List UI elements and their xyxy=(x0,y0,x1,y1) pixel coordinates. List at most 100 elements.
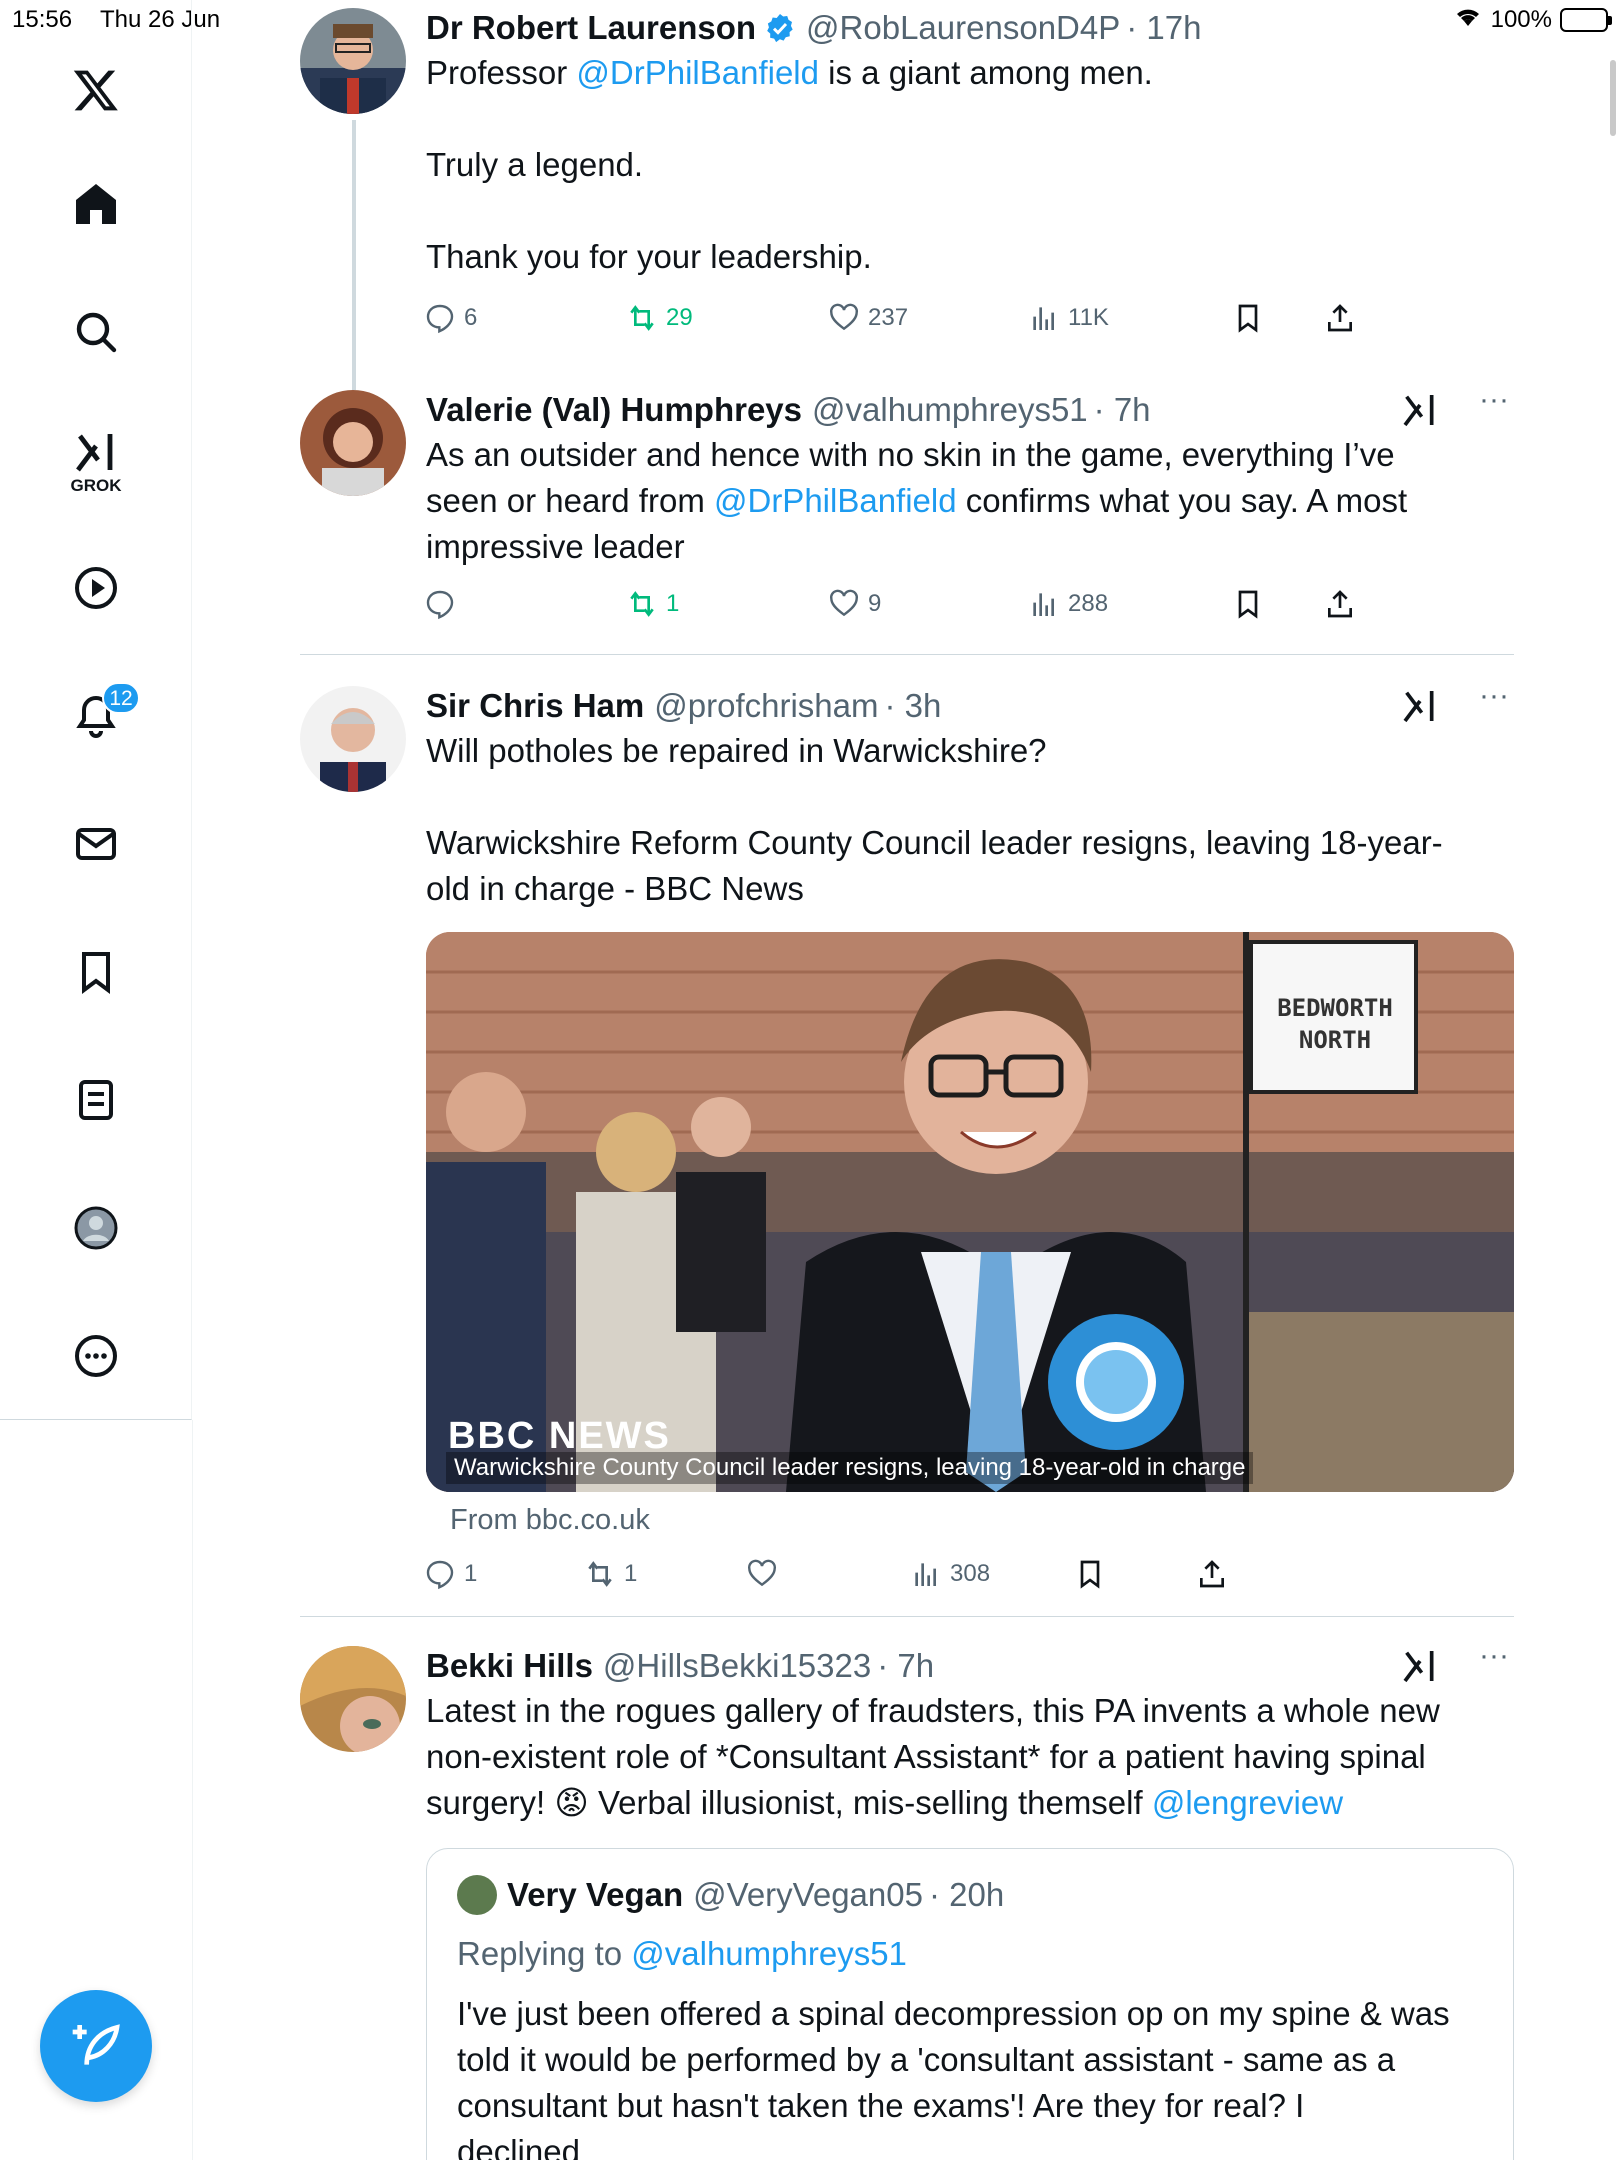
mention-link[interactable]: @DrPhilBanfield xyxy=(714,482,957,519)
grok-icon[interactable] xyxy=(64,420,128,484)
reply-button[interactable] xyxy=(424,588,464,620)
heart-icon xyxy=(748,1559,776,1587)
post-time[interactable]: · 7h xyxy=(1094,390,1151,430)
grok-icon[interactable] xyxy=(1400,1646,1440,1686)
author-name[interactable]: Dr Robert Laurenson xyxy=(426,8,756,48)
bookmark-button[interactable] xyxy=(1232,588,1264,620)
bookmark-icon[interactable] xyxy=(64,940,128,1004)
repost-icon xyxy=(630,305,654,331)
views-count: 308 xyxy=(950,1560,991,1587)
like-button[interactable] xyxy=(746,1558,786,1590)
author-handle[interactable]: @profchrisham xyxy=(654,686,878,726)
x-logo-icon[interactable] xyxy=(64,58,128,122)
like-button[interactable]: 9 xyxy=(828,588,881,620)
post-actions: 1 9 288 xyxy=(424,588,1424,628)
text-span: seen or heard from xyxy=(426,482,714,519)
text-line: Warwickshire Reform County Council leade… xyxy=(426,824,1443,861)
bookmark-button[interactable] xyxy=(1074,1558,1106,1590)
repost-count: 29 xyxy=(666,304,693,331)
quoted-avatar[interactable] xyxy=(457,1875,497,1915)
quoted-author-handle[interactable]: @VeryVegan05 xyxy=(693,1876,923,1914)
text-line: As an outsider and hence with no skin in… xyxy=(426,436,1395,473)
bookmark-icon xyxy=(1238,590,1258,619)
text-line: Will potholes be repaired in Warwickshir… xyxy=(426,732,1047,769)
mention-link[interactable]: @valhumphreys51 xyxy=(631,1935,907,1972)
reply-icon xyxy=(426,304,454,334)
share-button[interactable] xyxy=(1324,588,1356,620)
share-icon xyxy=(1200,1560,1224,1588)
mention-link[interactable]: @lengreview xyxy=(1152,1784,1343,1821)
grok-icon[interactable] xyxy=(1400,686,1440,726)
avatar[interactable] xyxy=(300,686,406,792)
post-actions: 6 29 237 11K xyxy=(424,302,1424,342)
play-icon[interactable] xyxy=(64,556,128,620)
share-button[interactable] xyxy=(1196,1558,1228,1590)
reply-button[interactable]: 1 xyxy=(424,1558,477,1590)
reply-count: 1 xyxy=(464,1560,478,1587)
views-count: 288 xyxy=(1068,590,1109,617)
post-time[interactable]: · 7h xyxy=(877,1646,934,1686)
author-name[interactable]: Valerie (Val) Humphreys xyxy=(426,390,802,430)
reply-button[interactable]: 6 xyxy=(424,302,477,334)
share-button[interactable] xyxy=(1324,302,1356,334)
quoted-author-name[interactable]: Very Vegan xyxy=(507,1876,683,1914)
like-button[interactable]: 237 xyxy=(828,302,908,334)
more-options-icon[interactable]: ··· xyxy=(1474,385,1514,430)
reply-icon xyxy=(426,590,454,620)
grok-label: GROK xyxy=(70,476,122,495)
post-time[interactable]: · 17h xyxy=(1126,8,1201,48)
post-time[interactable]: · 3h xyxy=(884,686,941,726)
views-button[interactable]: 288 xyxy=(1028,588,1108,620)
avatar[interactable] xyxy=(300,1646,406,1752)
text-line: Latest in the rogues gallery of fraudste… xyxy=(426,1692,1440,1729)
thread-line xyxy=(352,120,356,390)
home-icon[interactable] xyxy=(64,172,128,236)
post-text: Will potholes be repaired in Warwickshir… xyxy=(426,728,1514,912)
post-text: Latest in the rogues gallery of fraudste… xyxy=(426,1688,1514,1826)
text-span: Replying to xyxy=(457,1935,632,1972)
verified-badge-icon xyxy=(767,14,793,43)
grok-icon[interactable] xyxy=(1400,390,1440,430)
author-handle[interactable]: @HillsBekki15323 xyxy=(603,1646,871,1686)
more-options-icon[interactable]: ··· xyxy=(1474,681,1514,726)
compose-button[interactable] xyxy=(40,1990,152,2102)
sign-text: BEDWORTH xyxy=(1277,994,1393,1022)
angry-emoji: 😡 xyxy=(554,1784,589,1821)
mail-icon[interactable] xyxy=(64,812,128,876)
text-line: declined xyxy=(457,2133,580,2160)
mention-link[interactable]: @DrPhilBanfield xyxy=(576,54,819,91)
avatar[interactable] xyxy=(300,390,406,496)
list-icon[interactable] xyxy=(64,1068,128,1132)
profile-icon[interactable] xyxy=(64,1196,128,1260)
repost-count: 1 xyxy=(666,590,680,617)
avatar[interactable] xyxy=(300,8,406,114)
repost-button[interactable]: 1 xyxy=(584,1558,637,1590)
more-icon[interactable] xyxy=(64,1324,128,1388)
share-icon xyxy=(1328,304,1352,332)
author-name[interactable]: Sir Chris Ham xyxy=(426,686,644,726)
link-source[interactable]: From bbc.co.uk xyxy=(450,1504,650,1537)
text-line: Truly a legend. xyxy=(426,146,644,183)
author-handle[interactable]: @valhumphreys51 xyxy=(812,390,1088,430)
post-actions: 1 1 308 xyxy=(424,1558,1424,1598)
text-line: Thank you for your leadership. xyxy=(426,238,872,275)
link-card-image[interactable]: BEDWORTH NORTH BBC NEWS Warwickshire Cou… xyxy=(426,932,1514,1492)
repost-button[interactable]: 29 xyxy=(626,302,693,334)
repost-button[interactable]: 1 xyxy=(626,588,679,620)
heart-icon xyxy=(830,589,858,617)
repost-icon xyxy=(630,591,654,617)
views-button[interactable]: 308 xyxy=(910,1558,990,1590)
heart-icon xyxy=(830,303,858,331)
text-line: old in charge - BBC News xyxy=(426,870,804,907)
sidebar: GROK 12 xyxy=(0,0,192,1420)
author-handle[interactable]: @RobLaurensonD4P xyxy=(806,8,1120,48)
search-icon[interactable] xyxy=(64,300,128,364)
views-button[interactable]: 11K xyxy=(1028,302,1109,334)
more-options-icon[interactable]: ··· xyxy=(1474,1641,1514,1686)
quoted-post[interactable]: Very Vegan @VeryVegan05 · 20h Replying t… xyxy=(426,1848,1514,2160)
scrollbar[interactable] xyxy=(1610,60,1616,136)
bookmark-button[interactable] xyxy=(1232,302,1264,334)
sidebar-border xyxy=(192,1420,193,2160)
author-name[interactable]: Bekki Hills xyxy=(426,1646,593,1686)
repost-icon xyxy=(588,1561,612,1587)
